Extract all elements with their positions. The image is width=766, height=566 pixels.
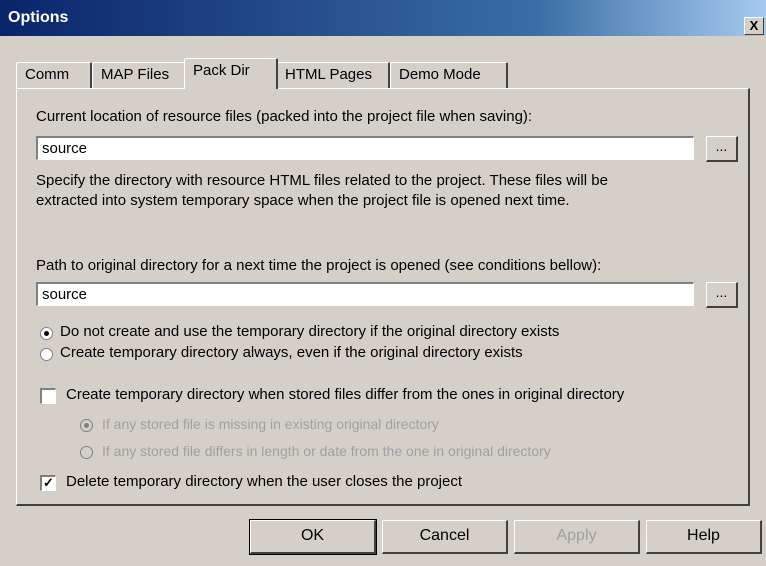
current-location-value: source <box>42 140 88 157</box>
sub-radio-length[interactable] <box>80 446 93 459</box>
original-path-value: source <box>42 286 88 303</box>
checkbox-create-when-differ-label[interactable]: Create temporary directory when stored f… <box>66 386 624 403</box>
description-line1: Specify the directory with resource HTML… <box>36 172 608 189</box>
title-bar: Options X <box>0 0 766 36</box>
tab-label: Pack Dir <box>193 62 250 79</box>
current-location-input[interactable]: source <box>36 136 694 160</box>
browse-current-location-button[interactable]: ... <box>706 136 738 162</box>
tab-label: Comm <box>25 66 70 83</box>
radio-always-temp[interactable] <box>40 348 53 361</box>
tab-label: MAP Files <box>101 66 170 83</box>
sub-radio-missing[interactable] <box>80 419 93 432</box>
checkbox-delete-temp[interactable]: ✓ <box>40 475 56 491</box>
checkbox-create-when-differ[interactable] <box>40 388 56 404</box>
original-path-label: Path to original directory for a next ti… <box>36 257 602 274</box>
window-title: Options <box>8 9 69 26</box>
close-button[interactable]: X <box>744 17 764 35</box>
radio-always-temp-label[interactable]: Create temporary directory always, even … <box>60 344 523 361</box>
radio-no-temp[interactable] <box>40 327 53 340</box>
description-line2: extracted into system temporary space wh… <box>36 192 570 209</box>
tab-comm[interactable]: Comm <box>16 62 92 88</box>
tab-demo-mode[interactable]: Demo Mode <box>390 62 508 88</box>
tab-label: Demo Mode <box>399 66 481 83</box>
browse-original-path-button[interactable]: ... <box>706 282 738 308</box>
current-location-label: Current location of resource files (pack… <box>36 108 533 125</box>
sub-radio-missing-label: If any stored file is missing in existin… <box>102 416 439 432</box>
tab-label: HTML Pages <box>285 66 372 83</box>
tab-pack-dir[interactable]: Pack Dir <box>184 58 278 89</box>
radio-selected-dot <box>44 331 49 336</box>
cancel-button[interactable]: Cancel <box>382 520 508 554</box>
close-icon: X <box>749 18 759 33</box>
apply-button[interactable]: Apply <box>514 520 640 554</box>
radio-no-temp-label[interactable]: Do not create and use the temporary dire… <box>60 323 559 340</box>
ok-button[interactable]: OK <box>249 519 377 555</box>
tab-html-pages[interactable]: HTML Pages <box>276 62 390 88</box>
checkbox-delete-temp-label[interactable]: Delete temporary directory when the user… <box>66 473 462 490</box>
sub-radio-length-label: If any stored file differs in length or … <box>102 443 551 459</box>
help-button[interactable]: Help <box>646 520 762 554</box>
radio-selected-dot <box>84 423 89 428</box>
original-path-input[interactable]: source <box>36 282 694 306</box>
tab-map-files[interactable]: MAP Files <box>92 62 186 88</box>
